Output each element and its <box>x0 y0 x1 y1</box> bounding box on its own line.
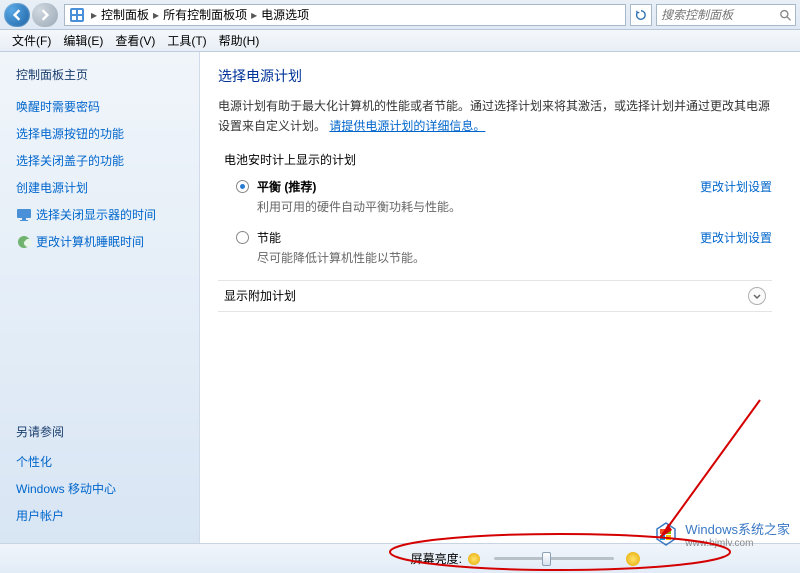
see-also-mobility-center[interactable]: Windows 移动中心 <box>16 480 183 497</box>
sidebar-home[interactable]: 控制面板主页 <box>16 66 183 83</box>
arrow-right-icon <box>39 9 51 21</box>
breadcrumb-part[interactable]: 所有控制面板项 <box>161 6 249 23</box>
brightness-slider[interactable] <box>494 557 614 560</box>
breadcrumb-part[interactable]: 电源选项 <box>259 6 311 23</box>
control-panel-icon <box>69 7 85 23</box>
plan-desc: 尽可能降低计算机性能以节能。 <box>257 249 680 266</box>
search-input[interactable] <box>661 8 777 22</box>
plan-desc: 利用可用的硬件自动平衡功耗与性能。 <box>257 198 680 215</box>
sidebar-link-wake-password[interactable]: 唤醒时需要密码 <box>16 98 183 115</box>
sidebar-link-power-button[interactable]: 选择电源按钮的功能 <box>16 125 183 142</box>
sidebar-link-create-plan[interactable]: 创建电源计划 <box>16 179 183 196</box>
breadcrumb[interactable]: ▸ 控制面板 ▸ 所有控制面板项 ▸ 电源选项 <box>64 4 626 26</box>
refresh-icon <box>635 9 647 21</box>
plan-name: 节能 <box>257 229 680 246</box>
sun-high-icon <box>626 552 640 566</box>
menu-bar: 文件(F) 编辑(E) 查看(V) 工具(T) 帮助(H) <box>0 30 800 52</box>
chevron-right-icon: ▸ <box>91 8 97 22</box>
chevron-right-icon: ▸ <box>251 8 257 22</box>
menu-file[interactable]: 文件(F) <box>6 32 57 49</box>
sidebar: 控制面板主页 唤醒时需要密码 选择电源按钮的功能 选择关闭盖子的功能 创建电源计… <box>0 52 200 543</box>
search-box[interactable] <box>656 4 796 26</box>
sidebar-link-sleep-time[interactable]: 更改计算机睡眠时间 <box>16 233 183 250</box>
plan-details-link[interactable]: 请提供电源计划的详细信息。 <box>329 119 485 133</box>
page-description: 电源计划有助于最大化计算机的性能或者节能。通过选择计划来将其激活，或选择计划并通… <box>218 96 772 137</box>
search-icon <box>779 8 791 22</box>
sleep-icon <box>16 234 32 250</box>
sun-low-icon <box>468 553 480 565</box>
menu-help[interactable]: 帮助(H) <box>213 32 266 49</box>
sidebar-link-label: 选择关闭盖子的功能 <box>16 152 124 169</box>
sidebar-link-label: 唤醒时需要密码 <box>16 98 100 115</box>
radio-energy-saver[interactable] <box>236 231 249 244</box>
plan-row-energy-saver: 节能 尽可能降低计算机性能以节能。 更改计划设置 <box>236 229 772 266</box>
see-also-title: 另请参阅 <box>16 423 183 440</box>
page-title: 选择电源计划 <box>218 66 772 86</box>
menu-tools[interactable]: 工具(T) <box>161 32 212 49</box>
breadcrumb-part[interactable]: 控制面板 <box>99 6 151 23</box>
bottom-bar: 屏幕亮度: <box>0 543 800 573</box>
show-additional-plans[interactable]: 显示附加计划 <box>218 280 772 312</box>
see-also-user-accounts[interactable]: 用户帐户 <box>16 507 183 524</box>
see-also-personalization[interactable]: 个性化 <box>16 453 183 470</box>
radio-balanced[interactable] <box>236 180 249 193</box>
refresh-button[interactable] <box>630 4 652 26</box>
sidebar-link-label: 选择关闭显示器的时间 <box>36 206 156 223</box>
change-plan-settings-link[interactable]: 更改计划设置 <box>700 178 772 195</box>
menu-edit[interactable]: 编辑(E) <box>57 32 109 49</box>
change-plan-settings-link[interactable]: 更改计划设置 <box>700 229 772 246</box>
plan-name: 平衡 (推荐) <box>257 178 680 195</box>
page-description-text: 电源计划有助于最大化计算机的性能或者节能。通过选择计划来将其激活，或选择计划并通… <box>218 99 770 133</box>
nav-bar: ▸ 控制面板 ▸ 所有控制面板项 ▸ 电源选项 <box>0 0 800 30</box>
main-panel: 选择电源计划 电源计划有助于最大化计算机的性能或者节能。通过选择计划来将其激活，… <box>200 52 800 543</box>
sidebar-link-close-lid[interactable]: 选择关闭盖子的功能 <box>16 152 183 169</box>
show-more-label: 显示附加计划 <box>224 287 296 304</box>
arrow-left-icon <box>11 9 23 21</box>
content: 控制面板主页 唤醒时需要密码 选择电源按钮的功能 选择关闭盖子的功能 创建电源计… <box>0 52 800 543</box>
sidebar-link-display-off[interactable]: 选择关闭显示器的时间 <box>16 206 183 223</box>
sidebar-link-label: 创建电源计划 <box>16 179 88 196</box>
brightness-label: 屏幕亮度: <box>411 550 480 567</box>
chevron-right-icon: ▸ <box>153 8 159 22</box>
section-header: 电池安时计上显示的计划 <box>224 151 772 168</box>
sidebar-link-label: 更改计算机睡眠时间 <box>36 233 144 250</box>
monitor-icon <box>16 207 32 223</box>
menu-view[interactable]: 查看(V) <box>109 32 161 49</box>
plan-row-balanced: 平衡 (推荐) 利用可用的硬件自动平衡功耗与性能。 更改计划设置 <box>236 178 772 215</box>
back-button[interactable] <box>4 3 30 27</box>
chevron-down-icon <box>748 287 766 305</box>
slider-thumb[interactable] <box>542 552 551 566</box>
forward-button[interactable] <box>32 3 58 27</box>
sidebar-link-label: 选择电源按钮的功能 <box>16 125 124 142</box>
